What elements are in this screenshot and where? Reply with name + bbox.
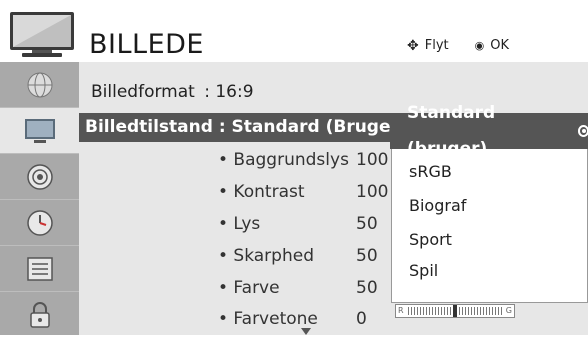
setting-row[interactable]: • Lys 50 — [79, 210, 399, 238]
audio-icon — [26, 163, 53, 190]
setting-row[interactable]: • Baggrundslys 100 — [79, 146, 399, 174]
dropdown-option[interactable]: Biograf — [409, 196, 466, 216]
scroll-down-icon[interactable] — [301, 328, 311, 335]
page-title: BILLEDE — [89, 29, 204, 60]
balance-marker — [453, 305, 457, 317]
setting-label: • Skarphed — [218, 246, 314, 266]
dropdown-option[interactable]: Sport — [409, 230, 452, 250]
tint-balance-bar: R G — [395, 304, 515, 318]
radio-selected-icon — [577, 125, 588, 137]
clock-icon — [26, 209, 53, 236]
sidebar-item-option[interactable] — [0, 246, 79, 291]
setting-label: • Baggrundslys — [218, 150, 349, 170]
setting-row[interactable]: • Skarphed 50 — [79, 242, 399, 270]
picture-mode-dropdown: Standard (bruger) sRGB Biograf Sport Spi… — [390, 103, 588, 303]
dropdown-option-selected[interactable]: Standard (bruger) — [390, 103, 588, 159]
lock-icon — [29, 301, 50, 328]
move-arrows-icon: ✥ — [407, 38, 419, 54]
setting-value: 0 — [356, 309, 367, 329]
setting-value: 100 — [356, 182, 389, 202]
setting-row[interactable]: • Farvetone 0 — [79, 305, 399, 333]
ok-radio-icon: ◉ — [474, 39, 485, 52]
sidebar-item-setup[interactable] — [0, 62, 79, 107]
setting-label: • Lys — [218, 214, 261, 234]
globe-icon — [27, 72, 52, 97]
picture-icon — [24, 118, 55, 143]
header: BILLEDE ✥ Flyt ◉ OK — [0, 0, 588, 62]
setting-value: 100 — [356, 150, 389, 170]
balance-right-label: G — [505, 306, 512, 315]
setting-row[interactable]: • Kontrast 100 — [79, 178, 399, 206]
selected-option-label: Standard (bruger) — [407, 103, 496, 159]
move-hint-label: Flyt — [424, 38, 449, 53]
setting-label: • Farve — [218, 278, 280, 298]
sidebar-item-lock[interactable] — [0, 292, 79, 337]
setting-value: 50 — [356, 246, 378, 266]
tv-icon — [8, 10, 76, 60]
setting-value: 50 — [356, 278, 378, 298]
picture-mode-row[interactable]: Billedtilstand : Standard (Bruger) — [79, 113, 407, 142]
navigation-hint: ✥ Flyt ◉ OK — [407, 38, 509, 54]
format-label: Billedformat — [91, 82, 195, 102]
ok-hint-label: OK — [490, 38, 509, 53]
setting-row[interactable]: • Farve 50 — [79, 274, 399, 302]
sidebar-item-audio[interactable] — [0, 154, 79, 199]
setting-value: 50 — [356, 214, 378, 234]
balance-left-label: R — [398, 306, 404, 315]
dropdown-option[interactable]: sRGB — [409, 162, 452, 182]
option-icon — [26, 256, 53, 281]
picture-format-row[interactable]: Billedformat : 16:9 — [91, 78, 254, 106]
sidebar — [0, 62, 79, 335]
format-value: : 16:9 — [204, 82, 254, 102]
setting-label: • Kontrast — [218, 182, 305, 202]
dropdown-option[interactable]: Spil — [409, 261, 438, 281]
sidebar-item-time[interactable] — [0, 200, 79, 245]
sidebar-item-picture[interactable] — [0, 108, 79, 153]
